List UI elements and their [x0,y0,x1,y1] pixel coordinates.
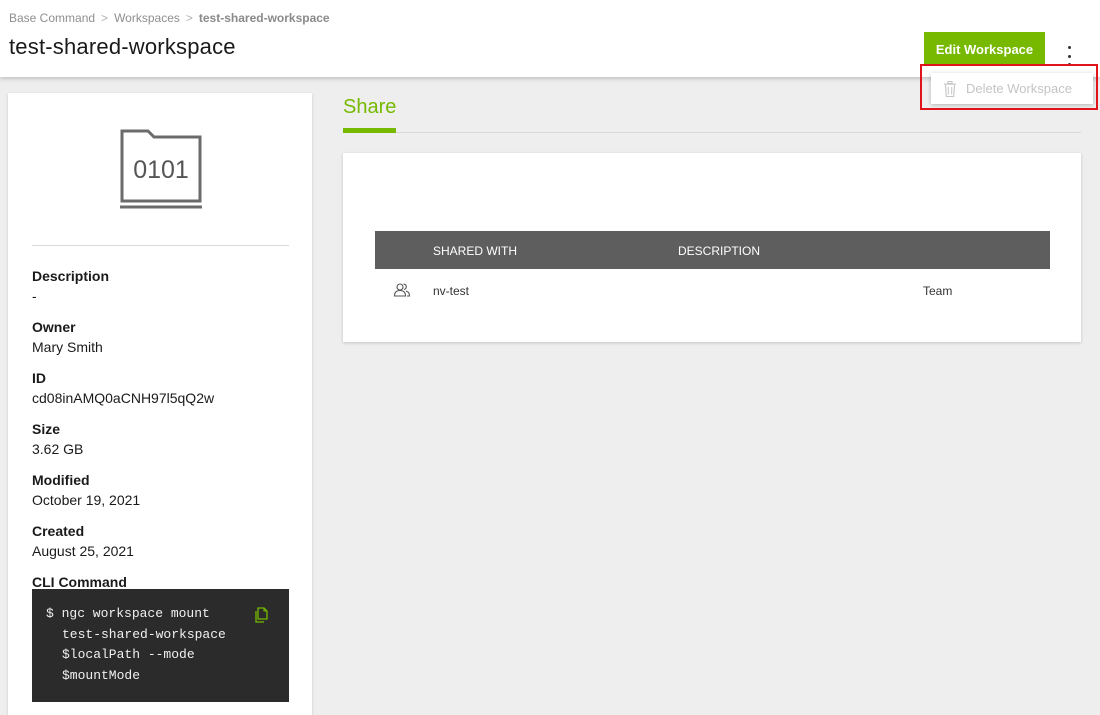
cli-line: $localPath --mode [62,647,195,662]
breadcrumb-current: test-shared-workspace [198,11,330,25]
type-cell: Team [923,284,953,298]
cli-command-box[interactable]: $ ngc workspace mount test-shared-worksp… [32,589,289,702]
size-field: Size 3.62 GB [32,420,292,459]
chevron-right-icon: > [101,11,109,25]
chevron-right-icon: > [185,11,193,25]
folder-icon-label: 0101 [133,156,189,184]
field-value: August 25, 2021 [32,543,134,559]
cli-line: test-shared-workspace [62,626,226,642]
share-table-header: SHARED WITH DESCRIPTION [375,231,1050,269]
breadcrumb: Base Command > Workspaces > test-shared-… [9,11,330,25]
folder-icon: 0101 [120,129,202,209]
field-value: cd08inAMQ0aCNH97l5qQ2w [32,390,215,406]
field-label: Modified [32,472,90,488]
highlight-box [920,64,1098,110]
copy-icon[interactable] [254,607,268,623]
modified-field: Modified October 19, 2021 [32,471,292,510]
cli-line: $ ngc workspace mount [46,606,210,621]
breadcrumb-item-base-command[interactable]: Base Command [9,11,95,25]
field-label: ID [32,370,46,386]
field-value: - [32,288,37,304]
edit-workspace-button[interactable]: Edit Workspace [924,32,1045,66]
more-vertical-icon[interactable] [1061,46,1077,66]
field-label: Size [32,421,61,437]
tab-divider [343,132,1081,133]
description-field: Description - [32,267,292,306]
field-value: 3.62 GB [32,441,84,457]
field-label: Description [32,268,110,284]
field-value: Mary Smith [32,339,103,355]
breadcrumb-item-workspaces[interactable]: Workspaces [114,11,180,25]
active-tab-indicator [343,128,396,133]
id-field: ID cd08inAMQ0aCNH97l5qQ2w [32,369,292,408]
created-field: Created August 25, 2021 [32,522,292,561]
table-row: nv-test Team [375,269,1050,311]
tab-share[interactable]: Share [343,96,396,119]
page-title: test-shared-workspace [9,34,236,59]
column-header-description[interactable]: DESCRIPTION [678,244,760,258]
field-value: October 19, 2021 [32,492,141,508]
cli-line: $mountMode [62,667,141,683]
field-label: Created [32,523,85,539]
column-header-shared-with[interactable]: SHARED WITH [433,244,517,258]
workspace-metadata: Description - Owner Mary Smith ID cd08in… [32,267,292,604]
share-card: SHARED WITH DESCRIPTION nv-test Team [343,153,1081,342]
group-icon [393,283,411,297]
divider [32,245,289,246]
workspace-details-card: 0101 Description - Owner Mary Smith ID c… [8,93,312,715]
owner-field: Owner Mary Smith [32,318,292,357]
shared-with-cell: nv-test [433,284,470,298]
field-label: Owner [32,319,76,335]
